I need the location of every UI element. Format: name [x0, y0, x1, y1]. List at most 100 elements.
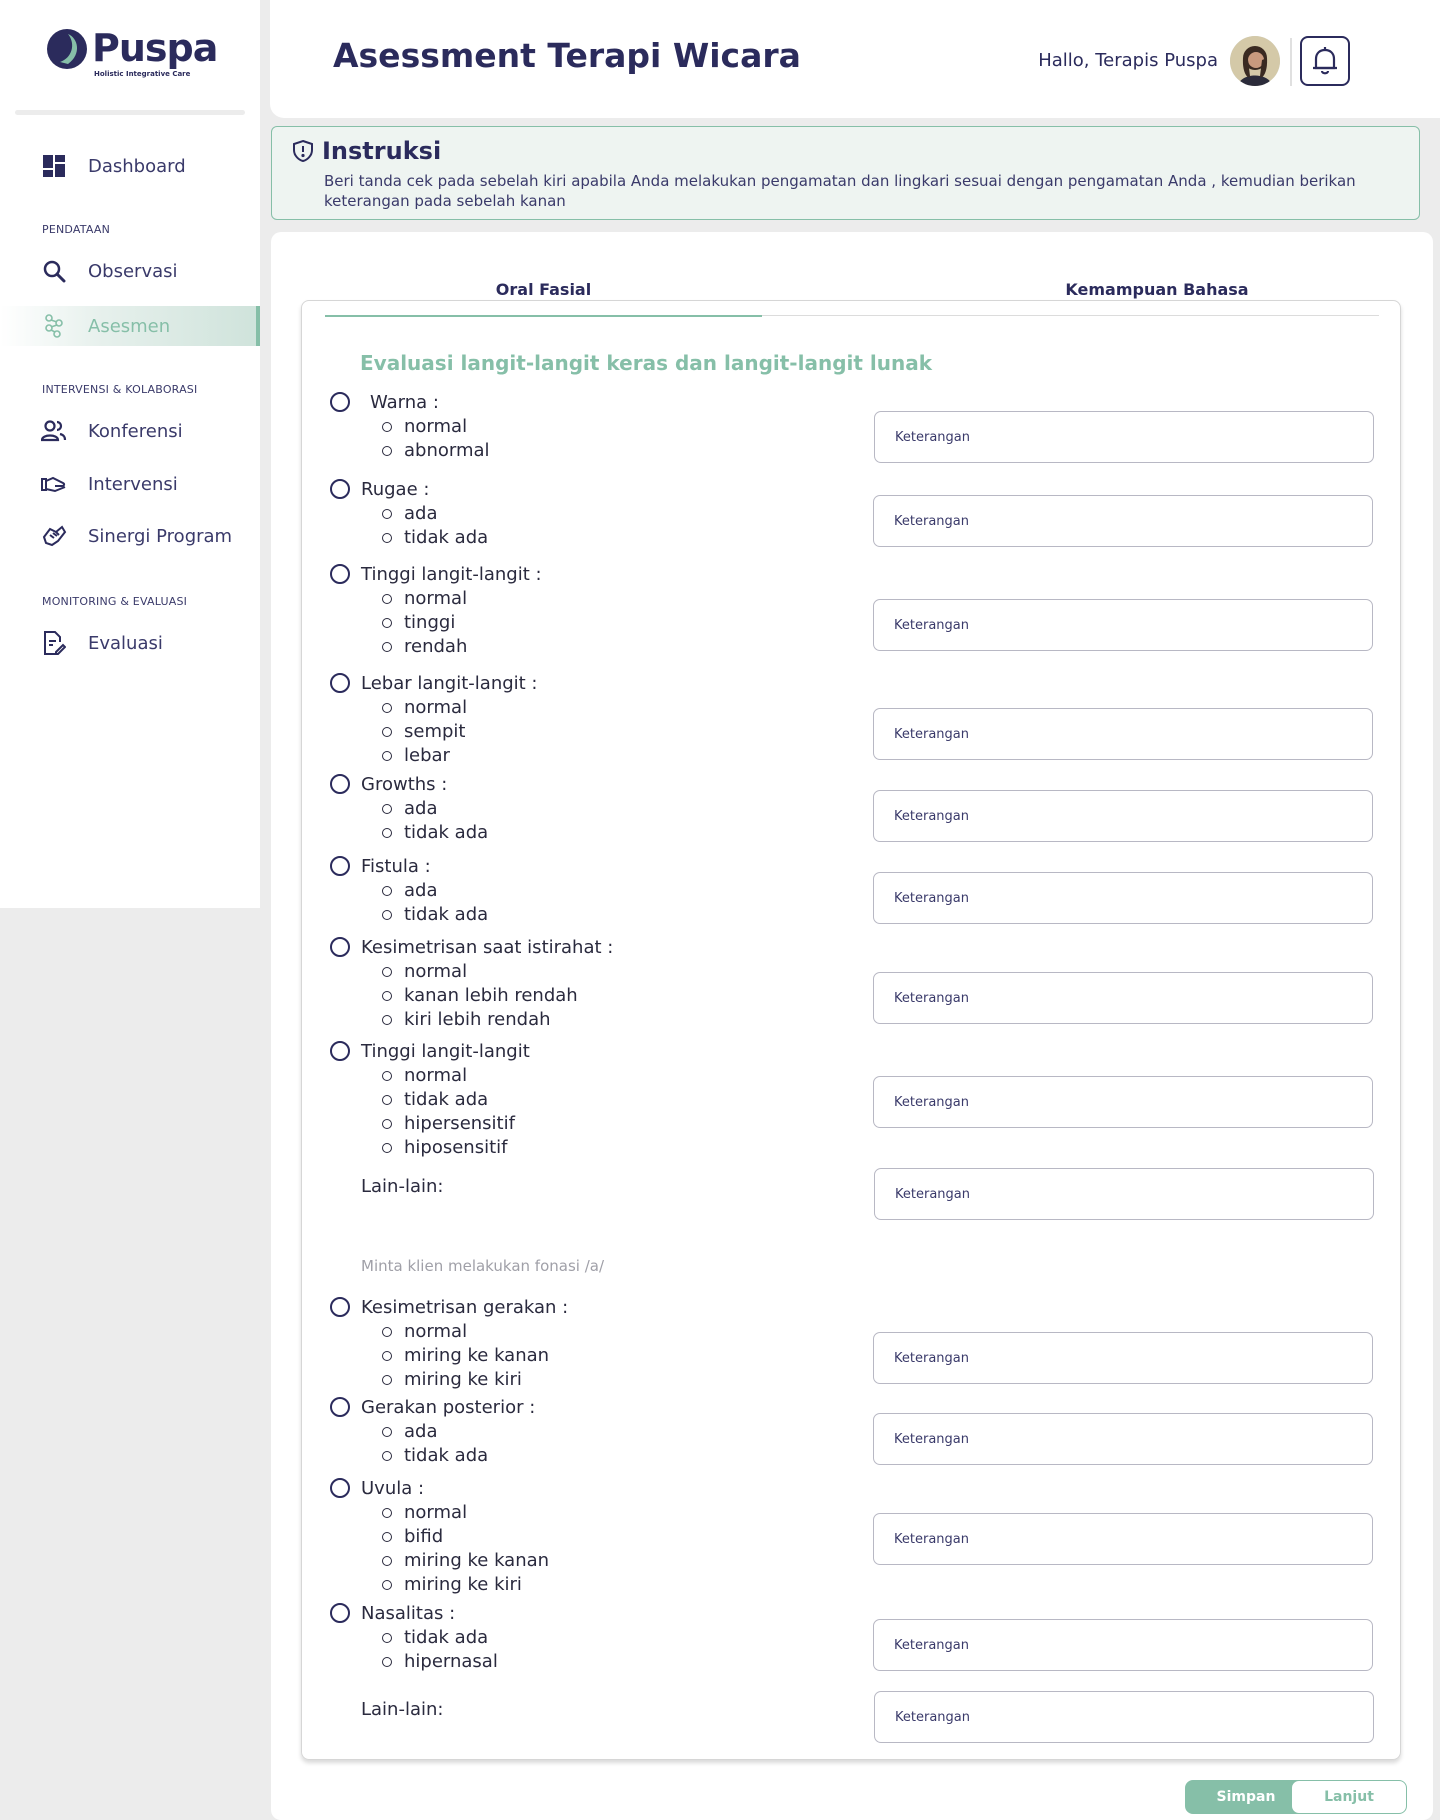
question-checkbox[interactable] — [330, 673, 350, 693]
sidebar-item-intervensi[interactable]: Intervensi — [0, 464, 260, 504]
keterangan-input[interactable] — [873, 1513, 1373, 1565]
question-checkbox[interactable] — [330, 1603, 350, 1623]
avatar[interactable] — [1230, 36, 1280, 86]
keterangan-input[interactable] — [873, 1619, 1373, 1671]
sidebar-item-label: Intervensi — [88, 473, 178, 495]
option[interactable]: miring ke kiri — [382, 1574, 522, 1595]
question-label: Uvula : — [361, 1478, 425, 1499]
option-label: tidak ada — [404, 527, 489, 548]
option-label: ada — [404, 503, 438, 524]
sidebar-item-asesmen[interactable]: Asesmen — [0, 306, 260, 346]
option[interactable]: ada — [382, 798, 438, 819]
option-label: miring ke kanan — [404, 1550, 550, 1571]
option[interactable]: hiposensitif — [382, 1137, 507, 1158]
option[interactable]: hipernasal — [382, 1651, 498, 1672]
keterangan-input[interactable] — [873, 708, 1373, 760]
option-label: ada — [404, 798, 438, 819]
people-icon — [40, 417, 68, 445]
option[interactable]: ada — [382, 880, 438, 901]
option-bullet-icon — [382, 966, 392, 977]
option[interactable]: normal — [382, 961, 467, 982]
question-label: Kesimetrisan gerakan : — [361, 1297, 569, 1318]
option[interactable]: bifid — [382, 1526, 443, 1547]
option[interactable]: normal — [382, 588, 467, 609]
option[interactable]: miring ke kiri — [382, 1369, 522, 1390]
sidebar-item-sinergi-program[interactable]: Sinergi Program — [0, 516, 260, 556]
option-bullet-icon — [382, 702, 392, 713]
option-label: bifid — [404, 1526, 444, 1547]
option-label: normal — [404, 1321, 468, 1342]
question-checkbox[interactable] — [330, 1041, 350, 1061]
question-checkbox[interactable] — [330, 774, 350, 794]
option[interactable]: tidak ada — [382, 822, 488, 843]
option[interactable]: rendah — [382, 636, 467, 657]
option-bullet-icon — [382, 617, 392, 628]
keterangan-input[interactable] — [874, 1168, 1374, 1220]
keterangan-input[interactable] — [873, 1332, 1373, 1384]
option-label: tidak ada — [404, 1089, 489, 1110]
option[interactable]: tidak ada — [382, 1445, 488, 1466]
option[interactable]: sempit — [382, 721, 465, 742]
next-button[interactable]: Lanjut — [1291, 1780, 1407, 1814]
save-button[interactable]: Simpan — [1185, 1780, 1307, 1814]
sidebar-item-label: Dashboard — [88, 155, 186, 177]
question-label: Kesimetrisan saat istirahat : — [361, 937, 614, 958]
question-checkbox[interactable] — [330, 1297, 350, 1317]
search-icon — [40, 257, 68, 285]
option-bullet-icon — [382, 1350, 392, 1361]
option[interactable]: tinggi — [382, 612, 455, 633]
question-label: Fistula : — [361, 856, 431, 877]
keterangan-input[interactable] — [873, 1076, 1373, 1128]
sidebar-item-konferensi[interactable]: Konferensi — [0, 411, 260, 451]
instruction-title: Instruksi — [322, 137, 442, 165]
question-checkbox[interactable] — [330, 1478, 350, 1498]
section-monitoring: MONITORING & EVALUASI — [42, 595, 188, 608]
keterangan-input[interactable] — [873, 1413, 1373, 1465]
sidebar-item-observasi[interactable]: Observasi — [0, 251, 260, 291]
question-checkbox[interactable] — [330, 479, 350, 499]
sidebar-item-dashboard[interactable]: Dashboard — [0, 146, 260, 186]
question-checkbox[interactable] — [330, 564, 350, 584]
option-label: normal — [404, 588, 468, 609]
question-checkbox[interactable] — [330, 937, 350, 957]
keterangan-input[interactable] — [874, 411, 1374, 463]
tab-kemampuan-bahasa[interactable]: Kemampuan Bahasa — [935, 280, 1379, 299]
keterangan-input[interactable] — [873, 790, 1373, 842]
keterangan-input[interactable] — [873, 495, 1373, 547]
option[interactable]: ada — [382, 1421, 438, 1442]
option-bullet-icon — [382, 445, 392, 456]
notification-button[interactable] — [1300, 36, 1350, 86]
option[interactable]: ada — [382, 503, 438, 524]
option[interactable]: normal — [382, 1502, 467, 1523]
option-label: hipersensitif — [404, 1113, 515, 1134]
option[interactable]: tidak ada — [382, 1089, 488, 1110]
question-checkbox[interactable] — [330, 392, 350, 412]
option[interactable]: normal — [382, 697, 467, 718]
option[interactable]: tidak ada — [382, 527, 488, 548]
option-label: hipernasal — [404, 1651, 498, 1672]
option-label: tinggi — [404, 612, 456, 633]
option[interactable]: miring ke kanan — [382, 1345, 549, 1366]
option-bullet-icon — [382, 1531, 392, 1542]
tab-oral-fasial[interactable]: Oral Fasial — [325, 280, 762, 299]
sidebar-item-evaluasi[interactable]: Evaluasi — [0, 623, 260, 663]
option-label: sempit — [404, 721, 466, 742]
option[interactable]: tidak ada — [382, 1627, 488, 1648]
keterangan-input[interactable] — [873, 599, 1373, 651]
option[interactable]: kanan lebih rendah — [382, 985, 578, 1006]
option[interactable]: abnormal — [382, 440, 490, 461]
question-checkbox[interactable] — [330, 1397, 350, 1417]
option[interactable]: normal — [382, 1321, 467, 1342]
option[interactable]: hipersensitif — [382, 1113, 515, 1134]
option[interactable]: normal — [382, 416, 467, 437]
option[interactable]: kiri lebih rendah — [382, 1009, 551, 1030]
option[interactable]: miring ke kanan — [382, 1550, 549, 1571]
keterangan-input[interactable] — [874, 1691, 1374, 1743]
keterangan-input[interactable] — [873, 872, 1373, 924]
keterangan-input[interactable] — [873, 972, 1373, 1024]
option[interactable]: lebar — [382, 745, 450, 766]
option-label: tidak ada — [404, 904, 489, 925]
question-checkbox[interactable] — [330, 856, 350, 876]
option[interactable]: normal — [382, 1065, 467, 1086]
option[interactable]: tidak ada — [382, 904, 488, 925]
